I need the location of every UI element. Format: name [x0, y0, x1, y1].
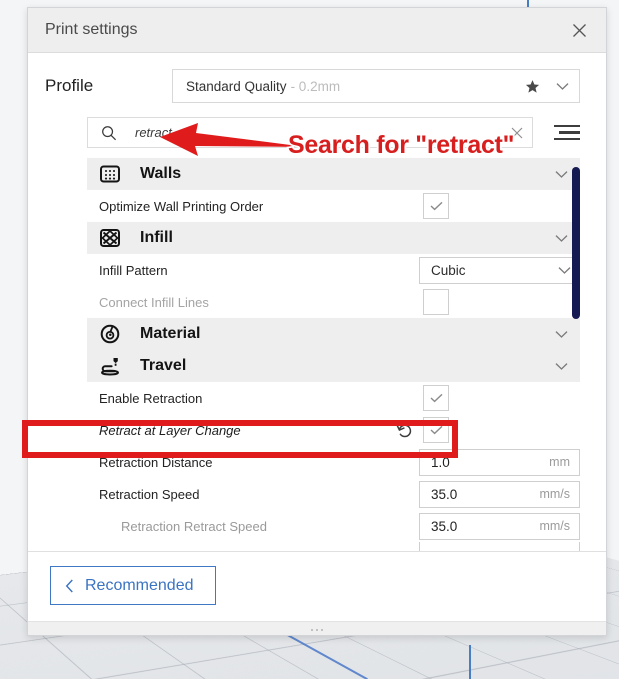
setting-label: Retraction Speed	[99, 486, 200, 502]
setting-checkbox[interactable]	[423, 289, 449, 315]
settings-group-label: Walls	[140, 165, 182, 182]
setting-value: 35.0	[431, 518, 458, 534]
settings-group-material[interactable]: Material	[87, 318, 580, 350]
settings-group-label: Infill	[140, 229, 173, 246]
setting-unit: mm/s	[539, 487, 570, 501]
revert-icon[interactable]	[396, 422, 413, 439]
settings-scrollbar[interactable]	[572, 167, 580, 319]
profile-label: Profile	[45, 76, 94, 95]
clear-icon[interactable]	[511, 127, 523, 139]
setting-dropdown[interactable]: Cubic	[419, 256, 580, 284]
dialog-resize-bar[interactable]	[28, 621, 606, 635]
setting-value: 1.0	[431, 454, 450, 470]
setting-row: Optimize Wall Printing Order	[87, 190, 580, 222]
chevron-left-icon	[65, 579, 74, 593]
dialog-footer: Recommended	[28, 551, 606, 621]
setting-number-field[interactable]: 35.0 mm/s	[419, 480, 580, 508]
settings-group-walls[interactable]: Walls	[87, 158, 580, 190]
resize-grip-icon	[311, 629, 323, 631]
setting-label: Enable Retraction	[99, 390, 203, 406]
setting-label: Retract at Layer Change	[99, 422, 241, 438]
setting-row: Enable Retraction	[87, 382, 580, 414]
setting-row: Connect Infill Lines	[87, 286, 580, 318]
setting-row: Retraction Distance 1.0 mm	[87, 446, 580, 478]
search-input[interactable]	[133, 124, 511, 141]
setting-number-field-partial[interactable]	[419, 542, 580, 551]
model-outline-marker-bottom	[469, 645, 471, 679]
setting-value: 35.0	[431, 486, 458, 502]
setting-label: Connect Infill Lines	[99, 294, 209, 310]
dialog-title: Print settings	[45, 21, 138, 38]
hamburger-menu-icon[interactable]	[550, 124, 580, 141]
settings-list: Walls Optimize Wall Printing Order Infill I…	[87, 158, 580, 551]
profile-select[interactable]: Standard Quality - 0.2mm	[172, 69, 580, 103]
setting-checkbox[interactable]	[423, 417, 449, 443]
dialog-titlebar: Print settings	[28, 8, 606, 53]
chevron-down-icon[interactable]	[558, 266, 571, 275]
setting-row-partial	[87, 542, 580, 551]
recommended-button[interactable]: Recommended	[50, 566, 216, 605]
print-settings-dialog: Print settings Profile Standard Quality …	[27, 7, 607, 636]
travel-icon	[99, 355, 129, 377]
search-row	[28, 117, 606, 148]
setting-label: Optimize Wall Printing Order	[99, 198, 264, 214]
profile-row: Profile Standard Quality - 0.2mm	[28, 53, 606, 115]
walls-icon	[99, 163, 129, 185]
search-box[interactable]	[87, 117, 533, 148]
settings-list-items: Walls Optimize Wall Printing Order Infill I…	[87, 158, 580, 551]
chevron-down-icon[interactable]	[555, 170, 568, 179]
infill-icon	[99, 227, 129, 249]
settings-group-label: Material	[140, 325, 201, 342]
recommended-button-label: Recommended	[85, 576, 194, 594]
settings-group-travel[interactable]: Travel	[87, 350, 580, 382]
close-icon[interactable]	[566, 17, 592, 43]
setting-row: Infill Pattern Cubic	[87, 254, 580, 286]
chevron-down-icon[interactable]	[556, 82, 569, 91]
setting-unit: mm/s	[539, 519, 570, 533]
setting-label: Infill Pattern	[99, 262, 168, 278]
setting-number-field[interactable]: 35.0 mm/s	[419, 512, 580, 540]
setting-label: Retraction Distance	[99, 454, 213, 470]
setting-row: Retraction Retract Speed 35.0 mm/s	[87, 510, 580, 542]
chevron-down-icon[interactable]	[555, 362, 568, 371]
setting-row: Retract at Layer Change	[87, 414, 580, 446]
setting-unit: mm	[549, 455, 570, 469]
profile-name: Standard Quality	[186, 78, 287, 94]
profile-variant: - 0.2mm	[290, 78, 341, 94]
setting-dropdown-value: Cubic	[431, 262, 466, 278]
setting-checkbox[interactable]	[423, 193, 449, 219]
material-icon	[99, 323, 129, 345]
settings-group-label: Travel	[140, 357, 187, 374]
setting-label: Retraction Retract Speed	[121, 518, 267, 534]
chevron-down-icon[interactable]	[555, 330, 568, 339]
search-icon	[101, 125, 117, 141]
setting-checkbox[interactable]	[423, 385, 449, 411]
setting-number-field[interactable]: 1.0 mm	[419, 448, 580, 476]
settings-group-infill[interactable]: Infill	[87, 222, 580, 254]
star-icon[interactable]	[525, 79, 540, 94]
setting-row: Retraction Speed 35.0 mm/s	[87, 478, 580, 510]
chevron-down-icon[interactable]	[555, 234, 568, 243]
